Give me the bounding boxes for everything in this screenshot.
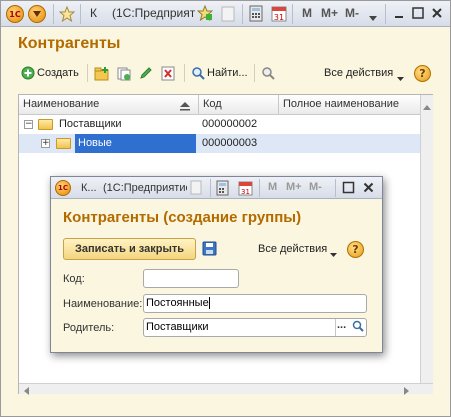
calculator-icon[interactable] [216,180,229,199]
app-logo-icon[interactable]: 1С [55,180,71,196]
search-icon[interactable] [191,66,205,83]
folder-icon [38,119,53,130]
separator [335,319,336,336]
separator [53,4,54,24]
calendar-icon[interactable]: 31 [271,5,287,25]
column-header-label: Код [203,98,222,110]
save-disk-icon[interactable] [202,241,217,259]
svg-text:31: 31 [241,188,250,196]
memory-subtract-button[interactable]: M- [309,181,322,193]
create-icon[interactable] [21,66,35,83]
dialog-title: Контрагенты (создание группы) [63,209,302,226]
folder-icon [56,138,71,149]
calendar-icon[interactable]: 31 [238,180,253,199]
name-label: Наименование: [63,298,143,310]
favorite-add-icon[interactable] [196,4,214,24]
select-ellipsis-button[interactable]: ... [337,319,346,331]
memory-add-button[interactable]: M+ [286,181,302,193]
scroll-left-icon[interactable] [24,385,29,398]
all-actions-menu[interactable]: Все действия [324,67,393,79]
row-name: Поставщики [59,118,122,130]
chevron-down-icon[interactable] [330,247,337,260]
svg-text:31: 31 [274,13,284,22]
dialog-title-app: (1С:Предприятие) [103,182,187,194]
dialog-title-short: К... [81,182,97,194]
row-name: Новые [78,137,112,149]
page-icon[interactable] [190,180,202,198]
scroll-right-icon[interactable] [404,385,409,398]
close-icon[interactable] [430,6,444,23]
maximize-icon[interactable] [411,6,425,23]
expand-toggle[interactable]: + [41,139,50,148]
add-folder-icon[interactable] [94,66,110,84]
close-icon[interactable] [362,181,375,197]
parent-label: Родитель: [63,322,115,334]
favorites-star-icon[interactable] [58,5,76,25]
separator [184,64,185,82]
edit-pencil-icon[interactable] [139,66,153,83]
separator [242,4,243,24]
cancel-search-icon[interactable] [261,66,277,83]
copy-icon[interactable] [116,66,132,84]
horizontal-scrollbar[interactable] [19,383,433,394]
separator [210,179,211,197]
separator [87,64,88,82]
calculator-icon[interactable] [249,5,263,25]
minimize-icon[interactable] [392,6,406,23]
delete-icon[interactable] [161,66,175,84]
search-icon[interactable] [352,320,364,336]
column-header-name[interactable]: Наименование [19,95,198,115]
window-title-short: К [90,6,97,20]
memory-store-button[interactable]: M [268,181,277,193]
separator [259,179,260,197]
code-field[interactable] [143,269,239,288]
row-code: 000000003 [202,137,258,149]
column-header-full-name[interactable]: Полное наименование [278,95,420,115]
vertical-scrollbar[interactable] [420,95,433,383]
column-header-label: Полное наименование [283,98,399,110]
separator [292,4,293,24]
find-button[interactable]: Найти... [207,67,248,79]
collapse-toggle[interactable]: − [24,120,33,129]
sort-ascending-icon [179,101,191,114]
create-button[interactable]: Создать [37,67,79,79]
chevron-down-icon[interactable] [369,11,377,24]
text-cursor [208,297,210,310]
memory-store-button[interactable]: M [302,6,312,20]
app-logo-icon[interactable]: 1С [6,5,24,23]
maximize-icon[interactable] [342,181,355,197]
page-icon[interactable] [221,6,235,25]
memory-add-button[interactable]: M+ [321,6,338,20]
parent-field[interactable]: Поставщики [143,318,367,337]
separator [385,4,386,24]
column-header-code[interactable]: Код [198,95,278,115]
window-title-app: (1С:Предприятие) [112,6,196,20]
memory-subtract-button[interactable]: M- [345,6,359,20]
name-field-value: Постоянные [146,297,209,309]
help-icon[interactable]: ? [347,241,364,258]
help-icon[interactable]: ? [414,65,431,82]
dialog-all-actions-menu[interactable]: Все действия [258,243,327,255]
column-header-label: Наименование [23,98,100,110]
row-code: 000000002 [202,118,258,130]
separator [254,64,255,82]
scroll-up-icon[interactable] [423,100,431,113]
separator [335,179,336,197]
separator [80,4,81,24]
code-label: Код: [63,273,85,285]
name-field[interactable]: Постоянные [143,294,367,313]
chevron-down-icon[interactable] [397,71,404,84]
main-menu-icon[interactable] [28,5,46,23]
save-and-close-button[interactable]: Записать и закрыть [63,238,196,260]
page-title: Контрагенты [18,35,121,52]
